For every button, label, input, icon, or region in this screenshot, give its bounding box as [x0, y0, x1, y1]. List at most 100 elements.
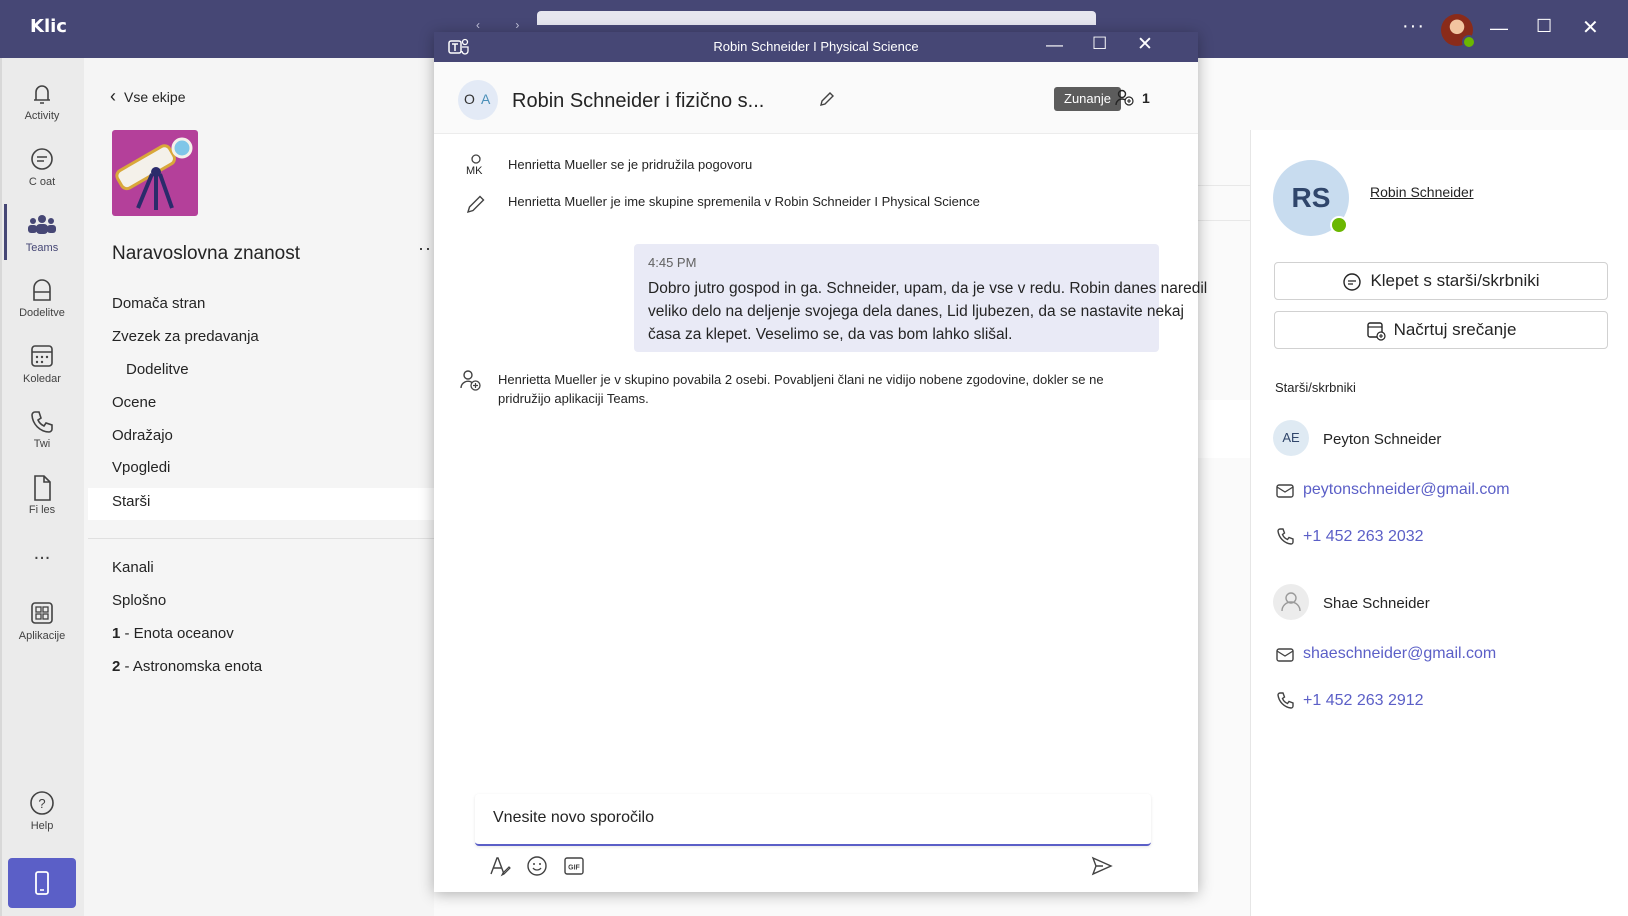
send-icon[interactable] — [1090, 854, 1114, 878]
rail-assignments[interactable]: Dodelitve — [0, 277, 84, 319]
apps-icon — [31, 602, 53, 624]
assignments-icon — [33, 279, 51, 301]
system-message: Henrietta Mueller je v skupino povabila … — [498, 372, 1104, 406]
contact-phone-link[interactable]: +1 452 263 2032 — [1303, 528, 1424, 546]
close-icon[interactable]: ✕ — [1582, 15, 1599, 40]
calendar-icon — [31, 345, 53, 367]
contact-name: Shae Schneider — [1323, 595, 1430, 612]
team-name: Naravoslovna znanost — [112, 243, 300, 264]
nav-grades[interactable]: Ocene — [112, 394, 156, 411]
contact-email-link[interactable]: shaeschneider@gmail.com — [1303, 645, 1496, 663]
nav-assignments[interactable]: Dodelitve — [126, 361, 189, 378]
main-divider — [1198, 220, 1250, 221]
popout-minimize-icon[interactable]: — — [1046, 35, 1063, 55]
svg-text:GIF: GIF — [568, 865, 580, 872]
help-icon: ? — [30, 791, 54, 815]
rail-chat[interactable]: C oat — [0, 146, 84, 188]
nav-reflect[interactable]: Odražajo — [112, 427, 173, 444]
group-avatar: O A — [458, 80, 498, 120]
chat-icon — [31, 148, 53, 170]
nav-parents[interactable]: Starši — [112, 493, 150, 510]
nav-home[interactable]: Domača stran — [112, 295, 205, 312]
back-to-teams[interactable]: ‹ Vse ekipe — [110, 86, 185, 107]
rail-apps[interactable]: Aplikacije — [0, 600, 84, 642]
system-message: Henrietta Mueller se je pridružila pogov… — [508, 157, 753, 172]
message-input[interactable] — [493, 809, 1113, 827]
contact-phone-link[interactable]: +1 452 263 2912 — [1303, 692, 1424, 710]
edit-pencil-icon[interactable] — [818, 90, 836, 108]
phone-icon — [1277, 528, 1294, 545]
main-row — [1198, 400, 1250, 458]
rail-calls[interactable]: Twi — [0, 408, 84, 450]
rail-calendar[interactable]: Koledar — [0, 343, 84, 385]
add-person-icon — [460, 370, 481, 391]
message-text: Dobro jutro gospod in ga. Schneider, upa… — [648, 280, 1208, 343]
mobile-phone-icon — [35, 871, 49, 895]
team-image — [112, 130, 198, 216]
popout-window-title: Robin Schneider I Physical Science — [713, 39, 919, 54]
popout-title-bar: Robin Schneider I Physical Science — ☐ ✕ — [434, 32, 1198, 62]
rail-more-icon[interactable]: ... — [0, 542, 84, 565]
teams-icon — [28, 215, 56, 234]
channels-header: Kanali — [112, 559, 154, 576]
message-bubble: 4:45 PM Dobro jutro gospod in ga. Schnei… — [634, 244, 1207, 352]
settings-more-icon[interactable]: ··· — [1402, 15, 1425, 38]
channel-number: 1 — [112, 625, 121, 642]
mobile-app-button[interactable] — [8, 858, 76, 908]
contact-email-link[interactable]: peytonschneider@gmail.com — [1303, 481, 1510, 499]
gif-icon[interactable]: GIF — [562, 854, 586, 878]
nav-insights[interactable]: Vpogledi — [112, 459, 170, 476]
format-icon[interactable] — [488, 854, 512, 878]
contact-avatar: AE — [1273, 420, 1309, 456]
channel-number: 2 — [112, 658, 121, 675]
pencil-icon — [466, 195, 485, 214]
rail-help[interactable]: ? Help — [0, 790, 84, 832]
chat-title: Robin Schneider i fizično s... — [512, 90, 765, 112]
chat-with-parents-button[interactable]: Klepet s starši/skrbniki — [1274, 262, 1608, 300]
phone-icon — [31, 411, 53, 433]
calendar-add-icon — [1366, 321, 1386, 341]
main-divider — [1198, 185, 1250, 186]
contact-name: Peyton Schneider — [1323, 431, 1442, 448]
sys-icon-label: MK — [466, 165, 483, 177]
mail-icon — [1276, 648, 1294, 662]
popout-close-icon[interactable]: ✕ — [1137, 33, 1153, 56]
profile-name[interactable]: Robin Schneider — [1370, 184, 1474, 200]
compose-box[interactable] — [475, 794, 1151, 846]
channel-general[interactable]: Splošno — [112, 592, 166, 609]
minimize-icon[interactable]: — — [1490, 18, 1508, 39]
file-icon — [34, 475, 51, 501]
popout-maximize-icon[interactable]: ☐ — [1092, 34, 1107, 54]
participant-count[interactable]: 1 — [1142, 90, 1150, 106]
app-logo: Klic — [30, 16, 67, 37]
schedule-meeting-button[interactable]: Načrtuj srečanje — [1274, 311, 1608, 349]
person-icon — [1281, 592, 1301, 612]
rail-activity[interactable]: Activity — [0, 80, 84, 122]
bell-icon — [34, 85, 50, 104]
profile-pane — [1250, 130, 1628, 916]
maximize-icon[interactable]: ☐ — [1536, 16, 1552, 37]
parents-section-label: Starši/skrbniki — [1275, 380, 1356, 395]
channel-oceans[interactable]: 1 - Enota oceanov — [112, 625, 234, 642]
contact-avatar — [1273, 584, 1309, 620]
telescope-icon — [115, 137, 193, 210]
emoji-icon[interactable] — [525, 854, 549, 878]
chat-popout-window: Robin Schneider I Physical Science — ☐ ✕… — [434, 32, 1207, 892]
message-time: 4:45 PM — [648, 255, 697, 270]
system-message: Henrietta Mueller je ime skupine spremen… — [508, 194, 980, 209]
phone-icon — [1277, 692, 1294, 709]
search-bar[interactable] — [537, 11, 1096, 25]
external-badge: Zunanje — [1054, 87, 1121, 111]
nav-class-notebook[interactable]: Zvezek za predavanja — [112, 328, 259, 345]
rail-teams[interactable]: Teams — [0, 204, 84, 260]
contact-avatar: RS — [1273, 160, 1349, 236]
mail-icon — [1276, 484, 1294, 498]
user-avatar[interactable] — [1441, 14, 1476, 49]
chevron-left-icon: ‹ — [110, 86, 116, 106]
history-arrows[interactable]: ‹ › — [476, 18, 535, 32]
svg-text:?: ? — [38, 796, 45, 811]
nav-divider — [88, 538, 434, 539]
participants-icon[interactable] — [1114, 88, 1136, 108]
channel-astronomy[interactable]: 2 - Astronomska enota — [112, 658, 262, 675]
rail-files[interactable]: Fi les — [0, 474, 84, 516]
